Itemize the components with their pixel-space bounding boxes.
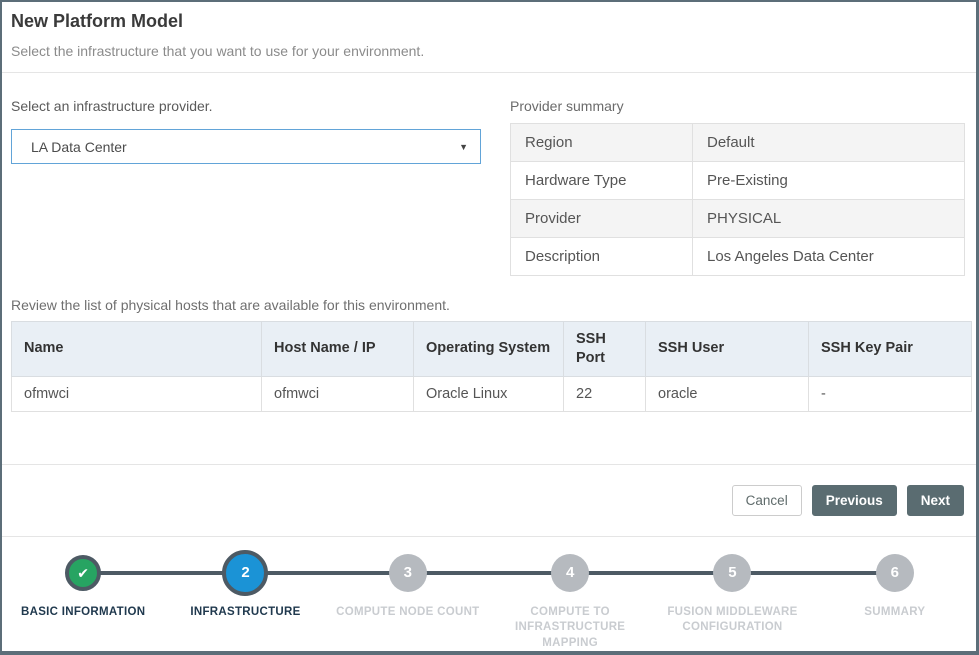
summary-row-description: Description Los Angeles Data Center <box>511 238 965 276</box>
host-cell-ssh-key-pair: - <box>809 376 972 411</box>
step-summary: 6 SUMMARY <box>814 550 976 652</box>
host-cell-ssh-port: 22 <box>564 376 646 411</box>
step-circle-wrap: 2 <box>222 550 268 596</box>
step-list: ✔ BASIC INFORMATION 2 INFRASTRUCTURE 3 <box>2 550 976 652</box>
column-header-name: Name <box>12 322 262 377</box>
spacer <box>11 412 965 464</box>
column-header-ssh-user: SSH User <box>646 322 809 377</box>
summary-label-cell: Hardware Type <box>511 162 693 200</box>
step-infrastructure: 2 INFRASTRUCTURE <box>164 550 326 652</box>
step-5-circle: 5 <box>713 554 751 592</box>
step-number: 3 <box>404 564 412 581</box>
step-number: 4 <box>566 564 574 581</box>
new-platform-model-wizard: New Platform Model Select the infrastruc… <box>0 0 979 655</box>
step-6-circle: 6 <box>876 554 914 592</box>
summary-value-cell: Los Angeles Data Center <box>693 238 965 276</box>
column-header-operating-system: Operating System <box>414 322 564 377</box>
summary-row-hardware-type: Hardware Type Pre-Existing <box>511 162 965 200</box>
chevron-down-icon: ▼ <box>459 142 468 152</box>
step-circle-wrap: 4 <box>551 550 589 596</box>
step-1-circle[interactable]: ✔ <box>65 555 101 591</box>
step-fusion-middleware-configuration: 5 FUSION MIDDLEWARE CONFIGURATION <box>651 550 813 652</box>
summary-label-cell: Region <box>511 124 693 162</box>
provider-section: Select an infrastructure provider. LA Da… <box>11 96 965 276</box>
provider-summary-column: Provider summary Region Default Hardware… <box>510 96 965 276</box>
step-compute-to-infrastructure-mapping: 4 COMPUTE TO INFRASTRUCTURE MAPPING <box>489 550 651 652</box>
infrastructure-provider-select[interactable]: LA Data Center ▼ <box>11 129 481 164</box>
column-header-hostname-ip: Host Name / IP <box>262 322 414 377</box>
step-2-circle[interactable]: 2 <box>222 550 268 596</box>
wizard-header: New Platform Model Select the infrastruc… <box>2 2 976 72</box>
step-circle-wrap: 6 <box>876 550 914 596</box>
check-icon: ✔ <box>77 566 89 580</box>
previous-button[interactable]: Previous <box>812 485 897 516</box>
summary-row-region: Region Default <box>511 124 965 162</box>
step-label: COMPUTE TO INFRASTRUCTURE MAPPING <box>505 605 635 652</box>
cancel-button[interactable]: Cancel <box>732 485 802 516</box>
column-header-ssh-port: SSH Port <box>564 322 646 377</box>
step-label: COMPUTE NODE COUNT <box>336 605 479 621</box>
step-number: 2 <box>241 564 249 581</box>
host-cell-hostname-ip: ofmwci <box>262 376 414 411</box>
wizard-stepper: ✔ BASIC INFORMATION 2 INFRASTRUCTURE 3 <box>2 537 976 649</box>
provider-summary-table: Region Default Hardware Type Pre-Existin… <box>510 123 965 276</box>
hosts-header-row: Name Host Name / IP Operating System SSH… <box>12 322 972 377</box>
provider-summary-title: Provider summary <box>510 98 965 114</box>
next-button[interactable]: Next <box>907 485 964 516</box>
host-cell-ssh-user: oracle <box>646 376 809 411</box>
host-table-row: ofmwci ofmwci Oracle Linux 22 oracle - <box>12 376 972 411</box>
step-3-circle: 3 <box>389 554 427 592</box>
provider-select-label: Select an infrastructure provider. <box>11 98 481 114</box>
summary-value-cell: PHYSICAL <box>693 200 965 238</box>
step-number: 5 <box>728 564 736 581</box>
step-4-circle: 4 <box>551 554 589 592</box>
step-circle-wrap: ✔ <box>65 550 101 596</box>
step-circle-wrap: 3 <box>389 550 427 596</box>
selected-provider-value: LA Data Center <box>31 139 127 155</box>
step-label: BASIC INFORMATION <box>21 605 145 621</box>
step-number: 6 <box>891 564 899 581</box>
column-header-ssh-key-pair: SSH Key Pair <box>809 322 972 377</box>
summary-label-cell: Provider <box>511 200 693 238</box>
physical-hosts-table: Name Host Name / IP Operating System SSH… <box>11 321 972 412</box>
step-basic-information: ✔ BASIC INFORMATION <box>2 550 164 652</box>
summary-label-cell: Description <box>511 238 693 276</box>
provider-select-column: Select an infrastructure provider. LA Da… <box>11 96 481 276</box>
hosts-description: Review the list of physical hosts that a… <box>11 297 965 313</box>
step-compute-node-count: 3 COMPUTE NODE COUNT <box>327 550 489 652</box>
page-subtitle: Select the infrastructure that you want … <box>11 43 966 72</box>
step-label: FUSION MIDDLEWARE CONFIGURATION <box>651 605 813 636</box>
wizard-button-bar: Cancel Previous Next <box>2 465 976 536</box>
host-cell-name: ofmwci <box>12 376 262 411</box>
page-title: New Platform Model <box>11 11 966 32</box>
step-label: INFRASTRUCTURE <box>190 605 300 621</box>
wizard-content: Select an infrastructure provider. LA Da… <box>2 96 976 464</box>
step-label: SUMMARY <box>864 605 925 621</box>
header-divider <box>2 72 976 73</box>
summary-value-cell: Default <box>693 124 965 162</box>
step-circle-wrap: 5 <box>713 550 751 596</box>
summary-row-provider: Provider PHYSICAL <box>511 200 965 238</box>
summary-value-cell: Pre-Existing <box>693 162 965 200</box>
host-cell-operating-system: Oracle Linux <box>414 376 564 411</box>
